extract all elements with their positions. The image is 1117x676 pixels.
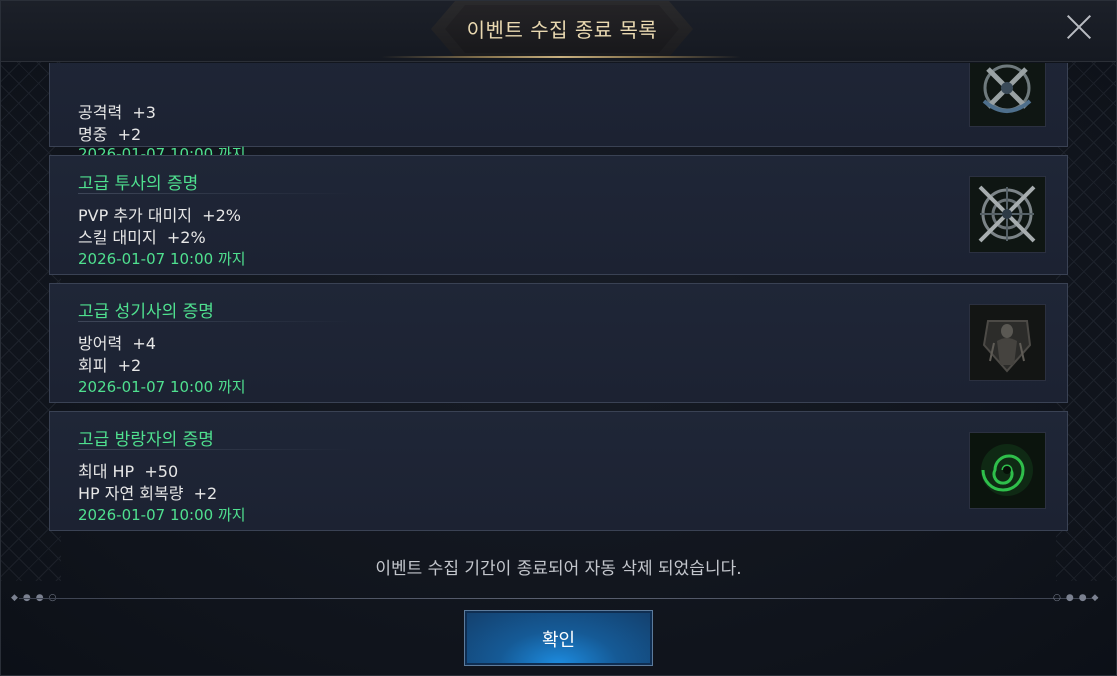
footer-ornament-right: ○●●◆ — [1053, 593, 1104, 603]
item-stat: 스킬 대미지 +2% — [78, 228, 206, 247]
confirm-button[interactable]: 확인 — [464, 610, 653, 666]
list-item: 고급 방랑자의 증명 최대 HP +50 HP 자연 회복량 +2 2026-0… — [49, 411, 1068, 531]
item-title: 고급 투사의 증명 — [78, 174, 199, 194]
item-stat: HP 자연 회복량 +2 — [78, 484, 218, 503]
close-icon[interactable] — [1065, 13, 1093, 41]
title-divider — [78, 449, 353, 450]
item-stat: 공격력 +3 — [78, 103, 156, 122]
list-item: 고급 투사의 증명 PVP 추가 대미지 +2% 스킬 대미지 +2% 2026… — [49, 155, 1068, 275]
green-vortex-emblem-icon — [969, 432, 1046, 509]
item-title: 고급 방랑자의 증명 — [78, 430, 214, 450]
expired-items-list[interactable]: 공격력 +3 명중 +2 2026-01-07 10:00 까지 고급 투사의 … — [49, 63, 1068, 533]
confirm-button-label: 확인 — [541, 630, 576, 651]
dialog-header: 이벤트 수집 종료 목록 — [1, 1, 1116, 62]
event-collection-dialog: 이벤트 수집 종료 목록 공격력 +3 명중 +2 2026-01-07 10:… — [0, 0, 1117, 676]
dialog-title: 이벤트 수집 종료 목록 — [466, 18, 658, 42]
item-expiry: 2026-01-07 10:00 까지 — [78, 250, 246, 268]
item-stat: PVP 추가 대미지 +2% — [78, 206, 241, 225]
list-item: 공격력 +3 명중 +2 2026-01-07 10:00 까지 — [49, 63, 1068, 163]
crossed-swords-emblem-icon — [969, 63, 1046, 127]
item-stat: 최대 HP +50 — [78, 462, 179, 481]
item-expiry: 2026-01-07 10:00 까지 — [78, 378, 246, 396]
item-stat: 방어력 +4 — [78, 334, 156, 353]
deletion-notice: 이벤트 수집 기간이 종료되어 자동 삭제 되었습니다. — [375, 559, 742, 579]
crossed-axes-wheel-emblem-icon — [969, 176, 1046, 253]
item-expiry: 2026-01-07 10:00 까지 — [78, 506, 246, 524]
item-stat: 회피 +2 — [78, 356, 142, 375]
title-underline — [381, 56, 741, 58]
footer-divider — [19, 598, 1098, 599]
list-item: 고급 성기사의 증명 방어력 +4 회피 +2 2026-01-07 10:00… — [49, 283, 1068, 403]
item-title: 고급 성기사의 증명 — [78, 302, 214, 322]
knight-statue-emblem-icon — [969, 304, 1046, 381]
item-stat: 명중 +2 — [78, 125, 142, 144]
title-divider — [78, 321, 353, 322]
title-divider — [78, 193, 353, 194]
